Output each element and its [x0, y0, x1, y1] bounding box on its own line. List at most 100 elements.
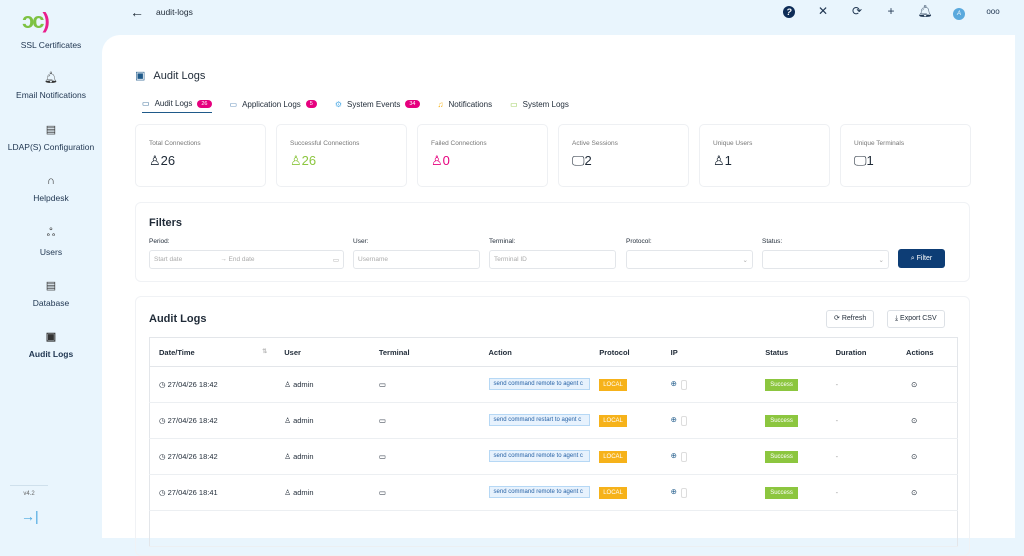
more-icon[interactable]: ooo — [976, 4, 1010, 20]
sidebar-item-users[interactable]: ஃ Users — [0, 227, 102, 257]
sidebar-item-database[interactable]: ▤ Database — [0, 279, 102, 308]
calendar-icon: ▭ — [332, 257, 339, 264]
date-text: 27/04/26 18:41 — [167, 488, 218, 497]
user-icon: ♙ — [284, 380, 294, 389]
column-header: Protocol — [590, 337, 662, 367]
monitor-icon: ▭ — [378, 380, 386, 389]
export-csv-button[interactable]: ⤓ Export CSV — [887, 310, 945, 328]
terminal-cell: ▭ — [369, 474, 480, 511]
user-icon: ♙ — [284, 452, 294, 461]
tab-label: System Events — [347, 99, 401, 109]
terminal-input[interactable]: Terminal ID — [489, 250, 616, 269]
chevron-down-icon: ⌄ — [742, 257, 748, 264]
audit-logs-title: Audit Logs — [149, 313, 207, 325]
help-icon[interactable]: ? — [772, 4, 806, 20]
refresh-label: Refresh — [841, 315, 867, 322]
sidebar-item-helpdesk[interactable]: ∩ Helpdesk — [0, 175, 102, 203]
ip-cell: ⊕ — [661, 402, 757, 439]
view-icon[interactable]: ⊙ — [911, 380, 917, 389]
terminal-cell: ▭ — [369, 438, 480, 475]
status-badge: Success — [765, 414, 798, 427]
bell-icon[interactable]: 🔔︎ — [908, 4, 942, 20]
stat-value-text: 1 — [866, 153, 874, 168]
tabs: ▭ Audit Logs 26 ▭ Application Logs 5 ⚙ System… — [142, 99, 569, 113]
column-header[interactable]: Date/Time ⇅ — [149, 337, 276, 367]
action-cell: send command remote to agent c — [479, 438, 591, 475]
status-cell: Success — [756, 366, 827, 403]
user-text: admin — [293, 380, 314, 389]
globe-icon: ⊕ — [670, 487, 677, 497]
date-text: 27/04/26 18:42 — [167, 416, 218, 425]
refresh-icon[interactable]: ⟳ — [840, 4, 874, 20]
date-cell: ◷ 27/04/26 18:42 — [149, 402, 276, 439]
stat-value: 🖵︎2 — [572, 153, 675, 169]
plus-icon[interactable]: + — [874, 4, 908, 20]
protocol-label: Protocol: — [626, 238, 652, 245]
tab-badge: 34 — [405, 100, 420, 108]
stat-card: Active Sessions 🖵︎2 — [558, 124, 689, 187]
protocol-select[interactable]: ⌄ — [626, 250, 753, 269]
clock-icon: ◷ — [159, 452, 168, 461]
ip-cell: ⊕ — [661, 438, 757, 475]
tab-notifications[interactable]: ♫ Notifications — [438, 99, 493, 113]
action-cell: send command restart to agent c — [479, 402, 591, 439]
action-tag: send command remote to agent c — [488, 449, 590, 462]
column-header-label: Status — [765, 347, 789, 357]
tab-audit-logs[interactable]: ▭ Audit Logs 26 — [142, 99, 212, 113]
sidebar-item-email-notifications[interactable]: 🔔︎ Email Notifications — [0, 71, 102, 100]
sidebar-item-audit-logs[interactable]: ▣ Audit Logs — [0, 330, 102, 359]
view-icon[interactable]: ⊙ — [911, 488, 917, 497]
user-icon: ♙ — [713, 153, 725, 168]
user-icon: ♙ — [290, 153, 302, 168]
tab-application-logs[interactable]: ▭ Application Logs 5 — [230, 99, 317, 113]
period-range-input[interactable]: Start date → End date ▭ — [149, 250, 344, 269]
back-arrow-icon[interactable]: ← — [130, 4, 144, 20]
column-header: Status — [756, 337, 827, 367]
user-icon: ♙ — [284, 488, 294, 497]
stat-value-text: 26 — [301, 153, 317, 168]
terminal-label: Terminal: — [489, 238, 516, 245]
bell-icon: ♫ — [437, 99, 444, 109]
stat-card: Total Connections ♙26 — [135, 124, 266, 187]
status-select[interactable]: ⌄ — [762, 250, 889, 269]
column-header: Duration — [826, 337, 898, 367]
actions-cell: ⊙ — [897, 366, 958, 403]
filter-button[interactable]: ⌕ Filter — [898, 249, 945, 268]
terminal-cell: ▭ — [369, 366, 480, 403]
start-date-placeholder: Start date — [154, 256, 183, 263]
chevron-down-icon: ⌄ — [878, 257, 884, 264]
monitor-icon: 🖵︎ — [572, 153, 585, 168]
tab-system-logs[interactable]: ▭ System Logs — [510, 99, 569, 113]
refresh-button[interactable]: ⟳ Refresh — [826, 310, 875, 328]
filters-title: Filters — [149, 217, 183, 229]
collapse-sidebar-icon[interactable]: →| — [21, 508, 39, 524]
ip-placeholder — [680, 487, 687, 498]
status-badge: Success — [765, 486, 798, 499]
action-tag: send command restart to agent c — [488, 413, 590, 426]
status-cell: Success — [756, 474, 827, 511]
sidebar-item-ssl-certificates[interactable]: SSL Certificates — [0, 40, 102, 50]
date-cell: ◷ 27/04/26 18:42 — [149, 366, 276, 403]
stat-value: ♙0 — [431, 153, 534, 169]
table-row: ◷ 27/04/26 18:42 ♙ admin ▭ send command … — [149, 438, 958, 475]
sort-icon[interactable]: ⇅ — [262, 348, 267, 355]
view-icon[interactable]: ⊙ — [911, 452, 917, 461]
clock-icon: ◷ — [159, 488, 168, 497]
actions-cell: ⊙ — [897, 402, 958, 439]
date-cell: ◷ 27/04/26 18:41 — [149, 474, 276, 511]
close-icon[interactable]: ✕ — [806, 4, 840, 20]
protocol-cell: LOCAL — [590, 474, 662, 511]
monitor-icon: ▭ — [378, 488, 386, 497]
period-label: Period: — [149, 238, 170, 245]
tab-system-events[interactable]: ⚙ System Events 34 — [335, 99, 420, 113]
filter-button-label: Filter — [916, 255, 933, 262]
ip-cell: ⊕ — [661, 474, 757, 511]
stat-value: ♙26 — [149, 153, 252, 169]
table-row: ◷ 27/04/26 18:41 ♙ admin ▭ send command … — [149, 474, 958, 511]
view-icon[interactable]: ⊙ — [911, 416, 917, 425]
tab-label: System Logs — [522, 99, 569, 109]
column-header: Action — [479, 337, 591, 367]
avatar[interactable]: A — [942, 4, 976, 20]
username-input[interactable]: Username — [353, 250, 480, 269]
sidebar-item-ldap[interactable]: ▤ LDAP(S) Configuration — [0, 123, 102, 152]
